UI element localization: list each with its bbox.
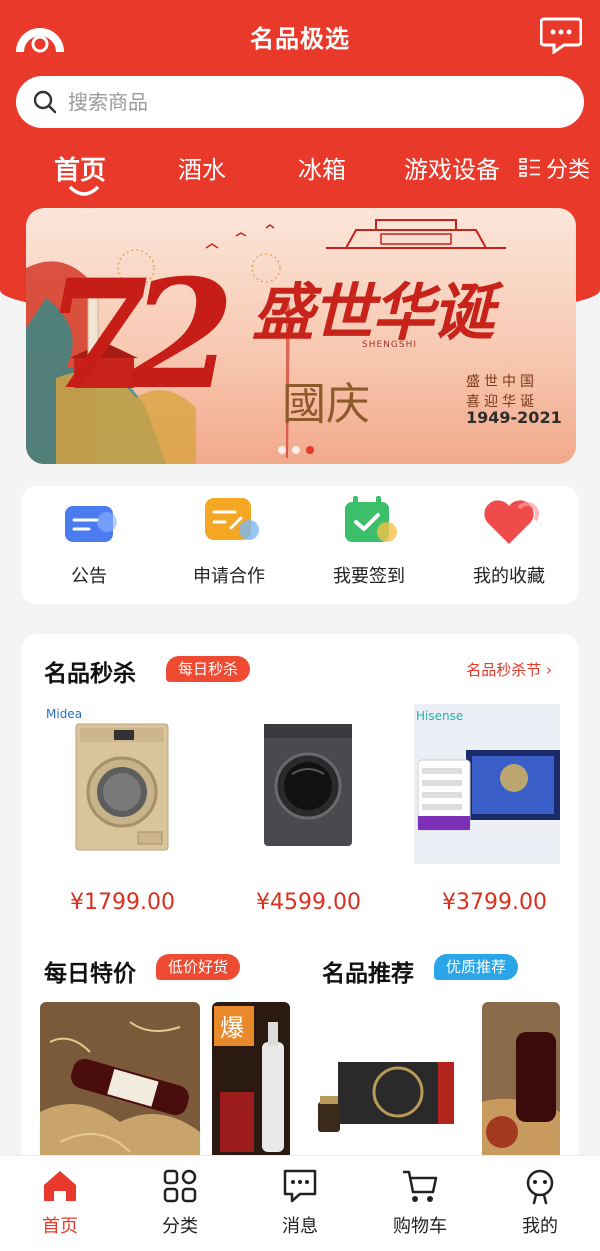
- recommend-thumb-gift[interactable]: [314, 1002, 470, 1162]
- top-bar: 名品极选: [0, 0, 600, 72]
- banner-anniversary-number: 72: [44, 247, 235, 423]
- active-tab-indicator: [69, 186, 99, 196]
- product-price: ¥3799.00: [442, 890, 547, 915]
- recommend-badge: 优质推荐: [434, 954, 519, 980]
- home-icon: [44, 1171, 76, 1201]
- product-card[interactable]: [232, 704, 382, 864]
- announcement-icon: [65, 506, 117, 542]
- flash-sale-badge: 每日秒杀: [166, 656, 251, 682]
- product-image-liquor: 爆: [212, 1002, 290, 1162]
- nav-home[interactable]: 首页: [0, 1166, 120, 1238]
- product-image-washer-gold: Midea: [46, 707, 169, 851]
- banner-pagination: [278, 446, 314, 454]
- banner-mark: SHENGSHI: [362, 340, 418, 350]
- daily-deals-badge: 低价好货: [156, 954, 241, 980]
- banner-years: 1949-2021: [466, 408, 562, 427]
- banner-side-text: 盛世中国 喜迎华诞: [466, 374, 538, 410]
- quick-action-checkin[interactable]: 我要签到: [314, 492, 424, 588]
- cart-icon: [403, 1170, 438, 1202]
- nav-category[interactable]: 分类: [120, 1166, 240, 1238]
- svg-text:Midea: Midea: [46, 707, 82, 721]
- category-button[interactable]: 分类: [513, 152, 590, 184]
- deal-thumb-liquor[interactable]: 爆: [212, 1002, 290, 1162]
- nav-cart[interactable]: 购物车: [360, 1166, 480, 1238]
- chat-icon[interactable]: [540, 16, 582, 54]
- banner-subtitle: 國庆: [282, 379, 370, 430]
- quick-action-favorites[interactable]: 我的收藏: [454, 492, 564, 588]
- product-image-red-wine: [482, 1002, 560, 1162]
- product-price: ¥1799.00: [70, 890, 175, 915]
- category-button-label: 分类: [545, 158, 590, 183]
- page-title: 名品极选: [250, 24, 350, 53]
- banner-dot[interactable]: [278, 446, 286, 454]
- heart-icon: [484, 500, 539, 544]
- profile-icon: [526, 1169, 554, 1205]
- banner-dot[interactable]: [292, 446, 300, 454]
- product-image-wine: [40, 1002, 200, 1162]
- tab-home[interactable]: 首页: [54, 150, 106, 187]
- search-bar[interactable]: [16, 76, 584, 128]
- quick-action-apply[interactable]: 申请合作: [174, 492, 284, 588]
- flash-sale-more-link[interactable]: 名品秒杀节 ›: [466, 659, 552, 680]
- nav-messages[interactable]: 消息: [240, 1166, 360, 1238]
- search-input[interactable]: [68, 90, 528, 114]
- banner-dot-active[interactable]: [306, 446, 314, 454]
- grid-icon: [519, 158, 540, 177]
- product-price: ¥4599.00: [256, 890, 361, 915]
- tab-drinks[interactable]: 酒水: [178, 150, 226, 185]
- product-image-tv: Hisense: [414, 704, 560, 864]
- bottom-navigation: 首页 分类 消息 购物车 我的: [0, 1155, 600, 1251]
- checkin-icon: [345, 496, 397, 542]
- product-image-washer-dark: [264, 724, 352, 846]
- banner-headline: 盛世华诞: [252, 276, 494, 349]
- apply-icon: [205, 498, 259, 540]
- search-icon: [33, 90, 57, 114]
- quick-action-announcement[interactable]: 公告: [34, 492, 144, 588]
- daily-deals-title: 每日特价: [44, 961, 136, 987]
- product-card[interactable]: Midea: [44, 704, 194, 864]
- recommend-title: 名品推荐: [322, 961, 414, 987]
- svg-text:爆: 爆: [220, 1014, 244, 1042]
- message-icon: [283, 1169, 317, 1203]
- flash-sale-title: 名品秒杀: [44, 661, 136, 687]
- category-icon: [163, 1169, 197, 1203]
- nav-profile[interactable]: 我的: [480, 1166, 600, 1238]
- svg-text:Hisense: Hisense: [416, 709, 463, 723]
- tab-gaming[interactable]: 游戏设备: [404, 150, 500, 185]
- product-card[interactable]: Hisense: [414, 704, 560, 864]
- app-logo-icon: [16, 28, 64, 53]
- quick-actions: 公告 申请合作 我要签到 我的收藏: [22, 486, 578, 604]
- deal-thumb-wine[interactable]: [40, 1002, 200, 1162]
- tab-fridge[interactable]: 冰箱: [298, 150, 346, 185]
- recommend-thumb-wine[interactable]: [482, 1002, 560, 1162]
- product-image-gift-box: [314, 1002, 470, 1162]
